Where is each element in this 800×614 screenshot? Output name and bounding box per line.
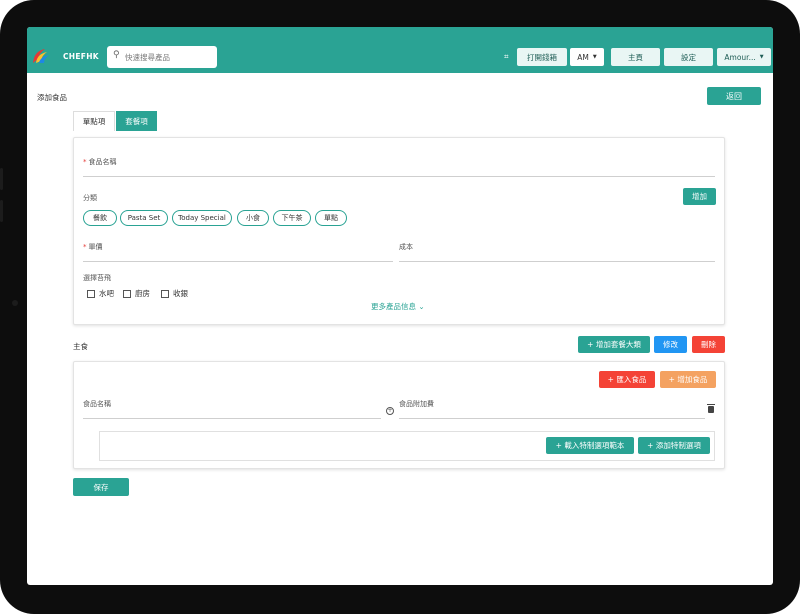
food-surcharge-label: 食品附加費: [399, 400, 434, 408]
checkbox-icon: [161, 289, 169, 298]
page-title: 添加食品: [37, 93, 67, 102]
unit-price-label: * 單價: [83, 243, 103, 251]
food-name-input[interactable]: [83, 176, 715, 177]
food-name-label: * 食品名稱: [83, 158, 117, 166]
printer-label: 選擇苔飛: [83, 274, 111, 282]
main-dish-label: 主食: [73, 342, 88, 351]
category-chip[interactable]: 單點: [315, 210, 347, 226]
brand-name: CHEFHK: [63, 52, 99, 61]
camera-dot: [12, 300, 18, 306]
printer-checkbox[interactable]: 收銀: [161, 288, 188, 299]
am-label: AM: [577, 52, 589, 62]
checkbox-icon: [87, 289, 95, 298]
category-chip[interactable]: Today Special: [172, 210, 232, 226]
home-button[interactable]: 主頁: [611, 48, 660, 66]
chevron-down-icon: ▼: [592, 54, 597, 60]
food-surcharge-input[interactable]: [399, 418, 705, 419]
volume-button: [0, 200, 3, 222]
add-set-category-button[interactable]: + 增加套餐大類: [578, 336, 650, 353]
user-menu[interactable]: Amour... ▼: [717, 48, 771, 66]
category-label: 分類: [83, 194, 97, 202]
chevron-down-icon: ▼: [759, 54, 764, 60]
import-food-button[interactable]: + 匯入食品: [599, 371, 655, 388]
printer-checkbox[interactable]: 水吧: [87, 288, 114, 299]
tablet-frame: CHEFHK ⚲ ⌗ 打開錢箱 AM▼ 主頁 設定 Amour...▼ 添加食品…: [0, 0, 800, 614]
cost-input[interactable]: [399, 261, 715, 262]
edit-button[interactable]: 修改: [654, 336, 687, 353]
category-chip[interactable]: Pasta Set: [120, 210, 168, 226]
tab-single-item[interactable]: 單點項: [73, 111, 115, 131]
grid-icon[interactable]: ⌗: [504, 52, 509, 62]
open-cash-drawer-button[interactable]: 打開錢箱: [517, 48, 567, 66]
screen: CHEFHK ⚲ ⌗ 打開錢箱 AM▼ 主頁 設定 Amour...▼ 添加食品…: [27, 27, 773, 585]
user-name: Amour...: [724, 52, 756, 62]
add-food-button[interactable]: + 增加食品: [660, 371, 716, 388]
more-product-info-link[interactable]: 更多產品信息 ⌄: [371, 301, 425, 312]
checkbox-icon: [123, 289, 131, 298]
food-name-label: 食品名稱: [83, 400, 111, 408]
am-dropdown[interactable]: AM ▼: [570, 48, 604, 66]
load-custom-template-button[interactable]: + 載入特制選項範本: [546, 437, 634, 454]
search-box[interactable]: ⚲: [107, 46, 217, 68]
food-name-input[interactable]: [83, 418, 381, 419]
settings-button[interactable]: 設定: [664, 48, 713, 66]
category-chip[interactable]: 下午茶: [273, 210, 311, 226]
search-icon: ⚲: [113, 50, 120, 60]
add-category-button[interactable]: 增加: [683, 188, 716, 205]
category-chip[interactable]: 餐飲: [83, 210, 117, 226]
delete-button[interactable]: 刪除: [692, 336, 725, 353]
unit-price-input[interactable]: [83, 261, 393, 262]
printer-checkbox[interactable]: 廚房: [123, 288, 150, 299]
search-input[interactable]: [125, 49, 213, 65]
tab-set-item[interactable]: 套餐項: [116, 111, 157, 131]
category-chip[interactable]: 小食: [237, 210, 269, 226]
brand-logo-icon: [33, 49, 49, 63]
add-circle-icon[interactable]: +: [386, 407, 394, 415]
cost-label: 成本: [399, 243, 413, 251]
volume-button: [0, 168, 3, 190]
trash-icon[interactable]: [707, 404, 715, 413]
back-button[interactable]: 返回: [707, 87, 761, 105]
top-bar: CHEFHK ⚲ ⌗ 打開錢箱 AM▼ 主頁 設定 Amour...▼: [27, 27, 773, 73]
save-button[interactable]: 保存: [73, 478, 129, 496]
add-custom-option-button[interactable]: + 添加特制選項: [638, 437, 710, 454]
